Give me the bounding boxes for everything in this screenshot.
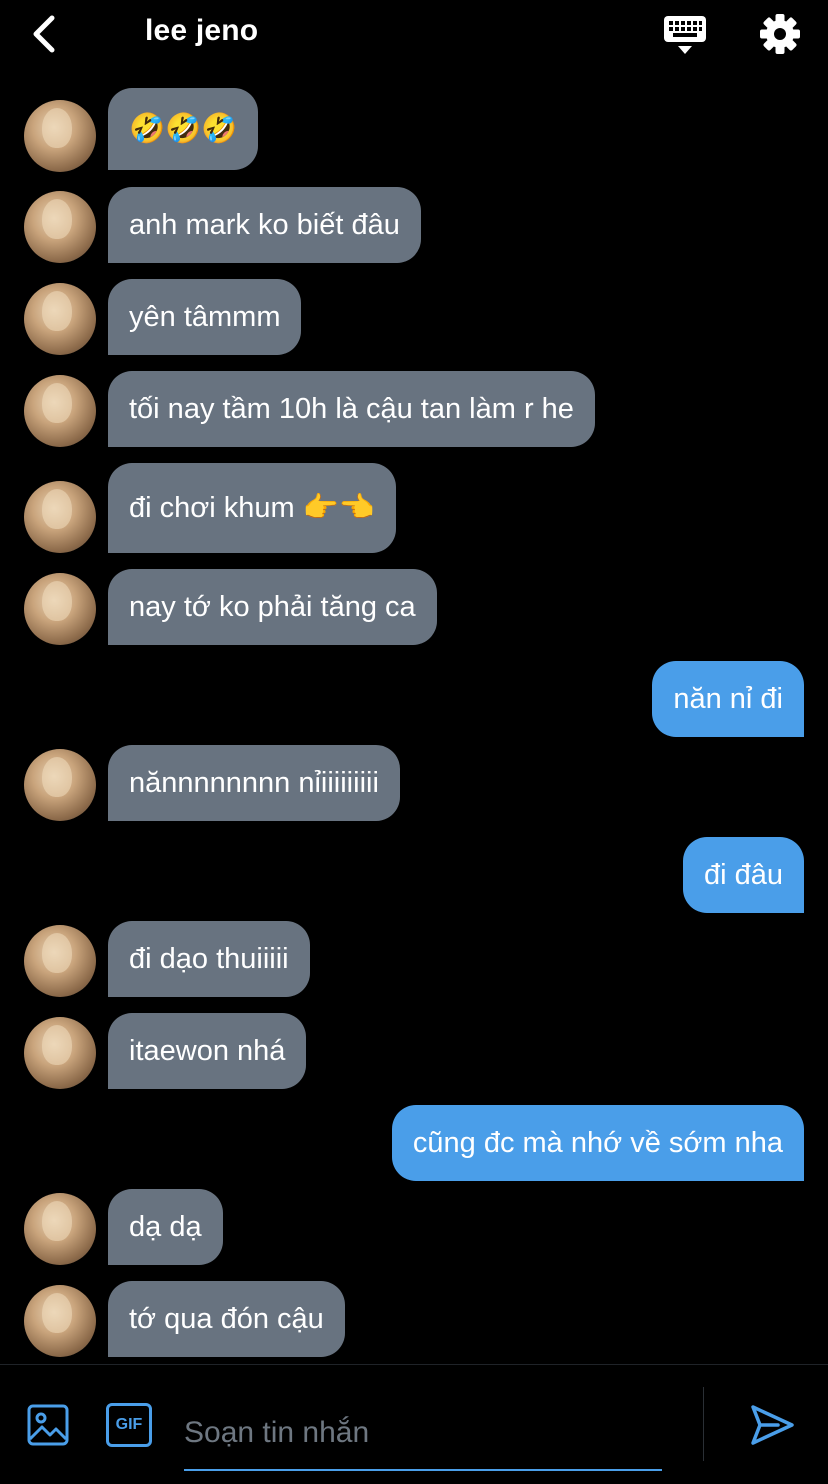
incoming-message[interactable]: tối nay tầm 10h là cậu tan làm r he xyxy=(108,371,595,447)
message-input[interactable] xyxy=(184,1397,662,1471)
send-icon xyxy=(751,1405,794,1445)
incoming-message[interactable]: 🤣🤣🤣 xyxy=(108,88,259,170)
incoming-message[interactable]: tớ qua đón cậu xyxy=(108,1281,345,1357)
composer-divider xyxy=(703,1387,704,1461)
contact-avatar[interactable] xyxy=(24,573,96,645)
contact-avatar[interactable] xyxy=(24,1017,96,1089)
incoming-message[interactable]: itaewon nhá xyxy=(108,1013,307,1089)
contact-avatar[interactable] xyxy=(24,481,96,553)
chevron-left-icon xyxy=(33,15,55,53)
image-icon xyxy=(27,1404,69,1446)
contact-avatar[interactable] xyxy=(24,925,96,997)
outgoing-message[interactable]: đi đâu xyxy=(682,837,804,913)
keyboard-icon xyxy=(664,16,706,54)
contact-avatar[interactable] xyxy=(24,375,96,447)
conversation-header: lee jeno xyxy=(0,0,828,70)
contact-avatar[interactable] xyxy=(24,1285,96,1357)
conversation-title[interactable]: lee jeno xyxy=(145,14,258,48)
incoming-message[interactable]: yên tâmmm xyxy=(108,279,302,355)
contact-avatar[interactable] xyxy=(24,283,96,355)
contact-avatar[interactable] xyxy=(24,1193,96,1265)
incoming-message[interactable]: nănnnnnnnn nỉiiiiiiiii xyxy=(108,745,400,821)
gear-icon xyxy=(760,14,800,54)
keyboard-button[interactable] xyxy=(662,12,708,58)
send-button[interactable] xyxy=(748,1403,796,1447)
contact-avatar[interactable] xyxy=(24,100,96,172)
contact-avatar[interactable] xyxy=(24,191,96,263)
back-button[interactable] xyxy=(26,12,66,56)
gif-button[interactable]: GIF xyxy=(106,1403,152,1447)
incoming-message[interactable]: đi dạo thuiiiii xyxy=(108,921,310,997)
message-composer: GIF xyxy=(0,1364,828,1484)
incoming-message[interactable]: anh mark ko biết đâu xyxy=(108,187,421,263)
contact-avatar[interactable] xyxy=(24,749,96,821)
add-image-button[interactable] xyxy=(26,1403,70,1447)
outgoing-message[interactable]: cũng đc mà nhớ về sớm nha xyxy=(391,1105,804,1181)
settings-button[interactable] xyxy=(758,12,802,56)
incoming-message[interactable]: nay tớ ko phải tăng ca xyxy=(108,569,437,645)
incoming-message[interactable]: dạ dạ xyxy=(108,1189,223,1265)
incoming-message[interactable]: đi chơi khum 👉👈 xyxy=(108,463,396,553)
outgoing-message[interactable]: năn nỉ đi xyxy=(652,661,804,737)
dm-screen: lee jeno 🤣🤣🤣 anh mark ko biết đâu yên tâ… xyxy=(0,0,828,1484)
